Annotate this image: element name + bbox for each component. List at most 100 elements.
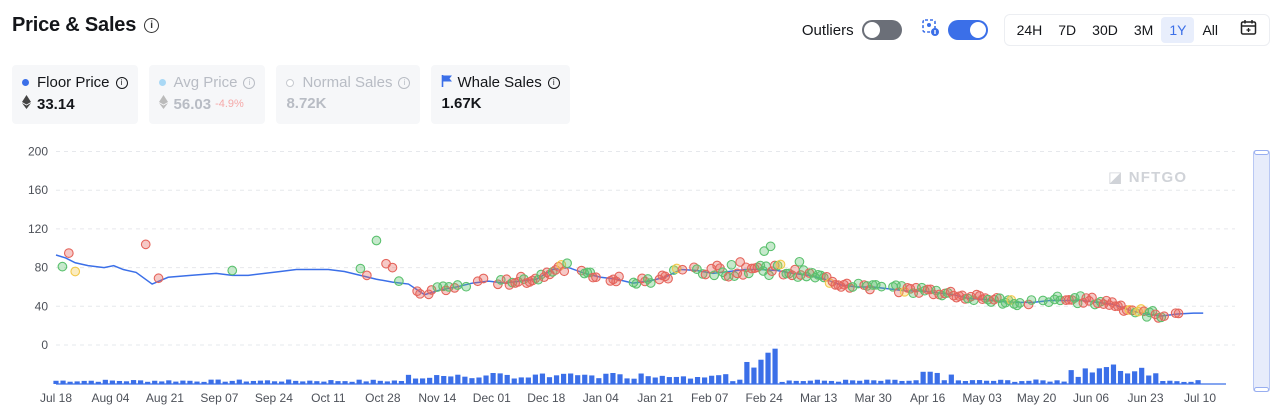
volume-bar: [67, 381, 73, 384]
volume-bar: [920, 371, 926, 384]
volume-bar: [638, 373, 644, 384]
volume-bar: [983, 380, 990, 384]
volume-bar: [1195, 380, 1201, 384]
volume-bar: [793, 380, 799, 384]
volume-bar: [1117, 370, 1124, 384]
compare-toggle[interactable]: [947, 20, 988, 40]
volume-bar: [483, 375, 489, 384]
volume-bar: [709, 375, 715, 384]
sale-point: [63, 248, 74, 258]
volume-bar: [1026, 380, 1032, 384]
volume-bar: [645, 376, 651, 384]
volume-bar: [927, 371, 933, 384]
sale-point: [387, 262, 398, 273]
x-tick-label: May 03: [962, 391, 1002, 405]
toggle-knob: [969, 22, 986, 38]
range-scrollbar[interactable]: [1253, 150, 1270, 392]
volume-bar: [74, 381, 80, 384]
avg-dot-icon: [158, 79, 166, 86]
x-tick-label: Jul 10: [1184, 391, 1216, 405]
volume-bar: [850, 380, 856, 384]
volume-bar: [293, 380, 299, 384]
volume-bar: [765, 352, 771, 384]
volume-bar: [166, 380, 172, 384]
volume-bar: [1075, 376, 1081, 384]
volume-bar: [250, 380, 256, 384]
x-tick-label: Feb 07: [691, 391, 729, 405]
eth-icon: [22, 95, 31, 113]
volume-bar: [694, 377, 701, 384]
volume-bar: [1174, 381, 1180, 384]
volume-bar: [941, 380, 947, 384]
range-30d[interactable]: 30D: [1084, 17, 1126, 43]
volume-bar: [1068, 370, 1074, 384]
outliers-toggle[interactable]: [861, 20, 902, 40]
volume-bar: [370, 379, 376, 384]
volume-bar: [109, 380, 115, 384]
volume-bar: [53, 380, 59, 384]
volume-bar: [469, 378, 475, 384]
range-24h[interactable]: 24H: [1009, 17, 1051, 43]
volume-bar: [476, 377, 482, 384]
volume-bar: [603, 373, 609, 384]
normal-sales-label: Normal Sales: [302, 74, 393, 91]
x-tick-label: Sep 07: [200, 391, 238, 405]
compare-icon: [921, 18, 940, 42]
avg-price-card[interactable]: Avg Price i 56.03 -4.9%: [148, 65, 266, 124]
volume-bar: [575, 375, 581, 384]
sale-point: [1173, 308, 1184, 319]
volume-bar: [137, 380, 144, 384]
range-all[interactable]: All: [1194, 17, 1226, 43]
volume-bar: [1040, 380, 1046, 384]
volume-bar: [321, 381, 327, 384]
range-7d[interactable]: 7D: [1050, 17, 1084, 43]
volume-bar: [497, 373, 503, 384]
volume-bar: [448, 376, 454, 384]
volume-bar: [455, 374, 461, 384]
sale-point: [1015, 298, 1025, 308]
normal-dot-icon: [286, 78, 295, 87]
x-tick-label: Jun 06: [1073, 391, 1109, 405]
volume-bar: [899, 380, 905, 384]
chart-controls: Outliers 24H 7D 30D 3M 1Y All: [802, 14, 1280, 46]
x-tick-label: Nov 14: [418, 391, 456, 405]
volume-bar: [328, 380, 334, 384]
volume-bar: [441, 375, 447, 384]
volume-bar: [518, 377, 524, 384]
volume-bar: [286, 379, 292, 384]
volume-bar: [300, 381, 306, 384]
x-tick-label: Apr 16: [910, 391, 946, 405]
volume-bar: [88, 380, 94, 384]
sale-point: [140, 239, 151, 250]
scroll-handle-top[interactable]: [1254, 150, 1269, 155]
volume-bar: [427, 377, 433, 384]
sale-point: [759, 246, 770, 257]
volume-bar: [363, 381, 369, 384]
info-icon[interactable]: i: [144, 18, 160, 33]
y-tick-label: 120: [28, 222, 48, 236]
volume-bar: [123, 381, 130, 384]
volume-bar: [504, 374, 510, 384]
toggle-knob: [863, 22, 880, 38]
volume-bar: [589, 375, 595, 384]
volume-bar: [180, 380, 186, 384]
volume-bar: [539, 373, 546, 384]
whale-sales-card[interactable]: Whale Sales i 1.67K: [431, 65, 570, 124]
volume-bar: [384, 381, 390, 384]
normal-sales-card[interactable]: Normal Sales i 8.72K: [276, 65, 421, 124]
volume-bar: [878, 380, 884, 384]
price-sales-chart[interactable]: 200 160 120 80 40 0 Jul 18 Aug 04 Aug 21 Sep 07 Se…: [0, 140, 1250, 415]
scroll-handle-bottom[interactable]: [1254, 387, 1269, 392]
sale-point: [709, 270, 720, 281]
volume-bar: [687, 378, 694, 384]
volume-bar: [723, 374, 729, 384]
range-1y[interactable]: 1Y: [1161, 17, 1195, 43]
sale-point: [355, 263, 366, 274]
floor-price-card[interactable]: Floor Price i 33.14: [12, 65, 138, 124]
volume-bar: [1188, 381, 1194, 384]
calendar-icon[interactable]: [1232, 19, 1265, 41]
range-3m[interactable]: 3M: [1126, 17, 1161, 43]
volume-bar: [1132, 371, 1138, 384]
volume-bar: [222, 381, 228, 384]
volume-bar: [1103, 367, 1110, 384]
